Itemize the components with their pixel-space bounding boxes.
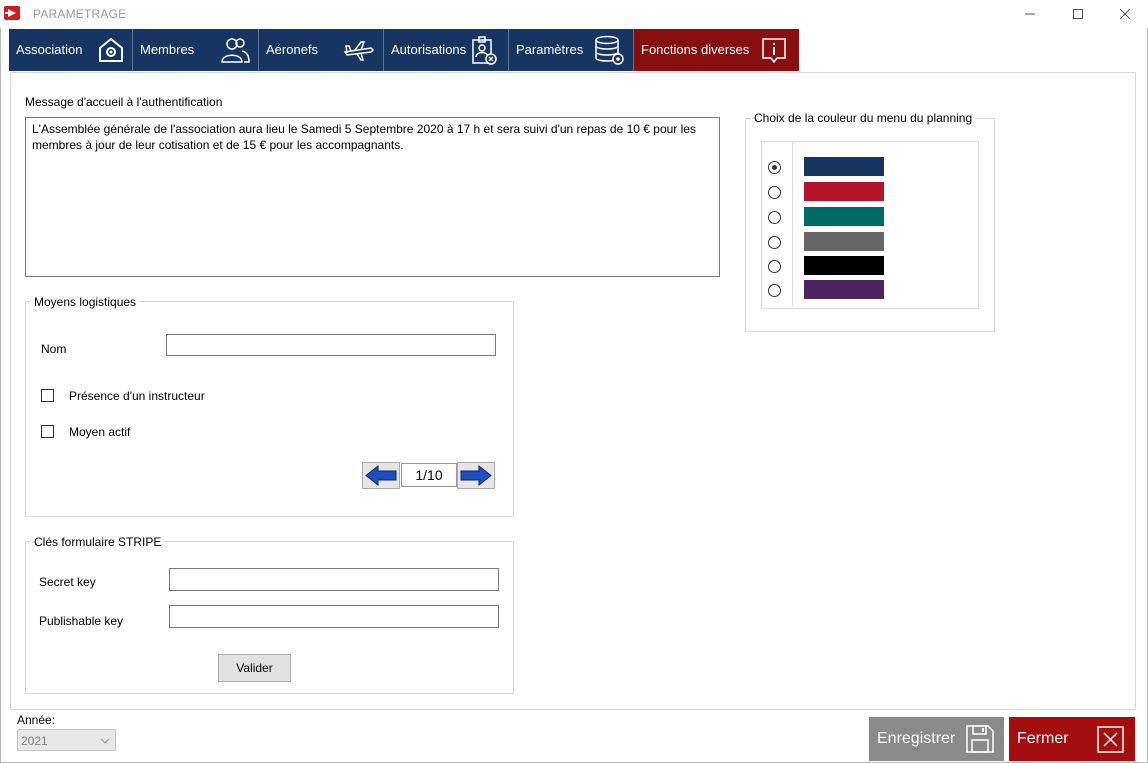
welcome-message-label: Message d'accueil à l'authentification	[25, 95, 223, 109]
color-radio-4[interactable]	[768, 236, 781, 249]
name-input[interactable]	[166, 334, 496, 356]
minimize-button[interactable]	[1007, 0, 1053, 28]
save-button[interactable]: Enregistrer	[869, 717, 1004, 761]
color-swatch-4[interactable]	[804, 232, 884, 251]
color-radio-3[interactable]	[768, 211, 781, 224]
title-bar: PARAMETRAGE	[0, 0, 1148, 28]
save-label: Enregistrer	[877, 730, 956, 747]
publishable-key-input[interactable]	[169, 605, 499, 628]
color-radio-1[interactable]	[768, 161, 781, 174]
tab-aeronefs[interactable]: Aéronefs	[259, 29, 384, 71]
maximize-button[interactable]	[1055, 0, 1101, 28]
pager-indicator: 1/10	[401, 463, 457, 487]
year-value: 2021	[21, 734, 48, 748]
close-icon	[1120, 9, 1130, 19]
name-label: Nom	[41, 342, 67, 356]
arrow-right-icon	[460, 464, 492, 487]
tab-autorisations[interactable]: Autorisations	[384, 29, 509, 71]
info-icon	[762, 38, 786, 64]
logistics-group-title: Moyens logistiques	[31, 295, 140, 309]
badge-permission-icon	[472, 36, 497, 65]
instructor-checkbox[interactable]	[41, 389, 54, 402]
tab-parametres[interactable]: Paramètres	[509, 29, 634, 71]
close-button[interactable]: Fermer	[1009, 717, 1135, 761]
tab-label: Paramètres	[516, 42, 584, 57]
color-swatch-3[interactable]	[804, 207, 884, 226]
color-swatch-5[interactable]	[804, 256, 884, 275]
color-radio-6[interactable]	[768, 284, 781, 297]
stripe-group-title: Clés formulaire STRIPE	[31, 535, 165, 549]
tab-label: Aéronefs	[266, 42, 319, 57]
close-window-button[interactable]	[1102, 0, 1148, 28]
airplane-icon	[343, 41, 375, 61]
arrow-left-icon	[365, 464, 397, 487]
pager-next-button[interactable]	[457, 462, 495, 489]
tab-label: Association	[16, 42, 83, 57]
secret-key-label: Secret key	[39, 575, 96, 589]
main-nav: Association Membres Aéronefs Autorisatio…	[9, 29, 1135, 71]
maximize-icon	[1073, 9, 1083, 19]
home-gear-icon	[99, 37, 123, 62]
secret-key-input[interactable]	[169, 568, 499, 591]
publishable-key-label: Publishable key	[39, 614, 124, 628]
color-radio-5[interactable]	[768, 260, 781, 273]
tab-membres[interactable]: Membres	[133, 29, 259, 71]
tab-association[interactable]: Association	[9, 29, 133, 71]
planning-color-title: Choix de la couleur du menu du planning	[751, 111, 976, 125]
chevron-down-icon	[100, 738, 110, 744]
color-list-divider	[792, 142, 793, 306]
year-select[interactable]: 2021	[17, 729, 116, 751]
close-box-icon	[1097, 726, 1124, 753]
tab-fonctions-diverses[interactable]: Fonctions diverses	[634, 29, 799, 71]
validate-button[interactable]: Valider	[218, 654, 291, 682]
close-label: Fermer	[1017, 730, 1069, 747]
app-logo-icon	[4, 6, 20, 20]
tab-label: Membres	[140, 42, 195, 57]
window-title: PARAMETRAGE	[33, 7, 127, 21]
color-radio-2[interactable]	[768, 186, 781, 199]
tab-label: Autorisations	[391, 42, 467, 57]
tab-label: Fonctions diverses	[641, 42, 750, 57]
color-swatch-1[interactable]	[804, 157, 884, 176]
active-checkbox[interactable]	[41, 425, 54, 438]
database-gear-icon	[595, 35, 624, 65]
active-label: Moyen actif	[69, 425, 131, 439]
minimize-icon	[1025, 13, 1035, 15]
color-swatch-2[interactable]	[804, 182, 884, 201]
year-label: Année:	[17, 713, 56, 727]
floppy-disk-icon	[966, 725, 994, 753]
pager-prev-button[interactable]	[362, 462, 400, 489]
color-swatch-6[interactable]	[804, 280, 884, 299]
instructor-label: Présence d'un instructeur	[69, 389, 205, 403]
users-icon	[221, 38, 250, 63]
welcome-message-textarea[interactable]: L'Assemblée générale de l'association au…	[25, 117, 720, 277]
